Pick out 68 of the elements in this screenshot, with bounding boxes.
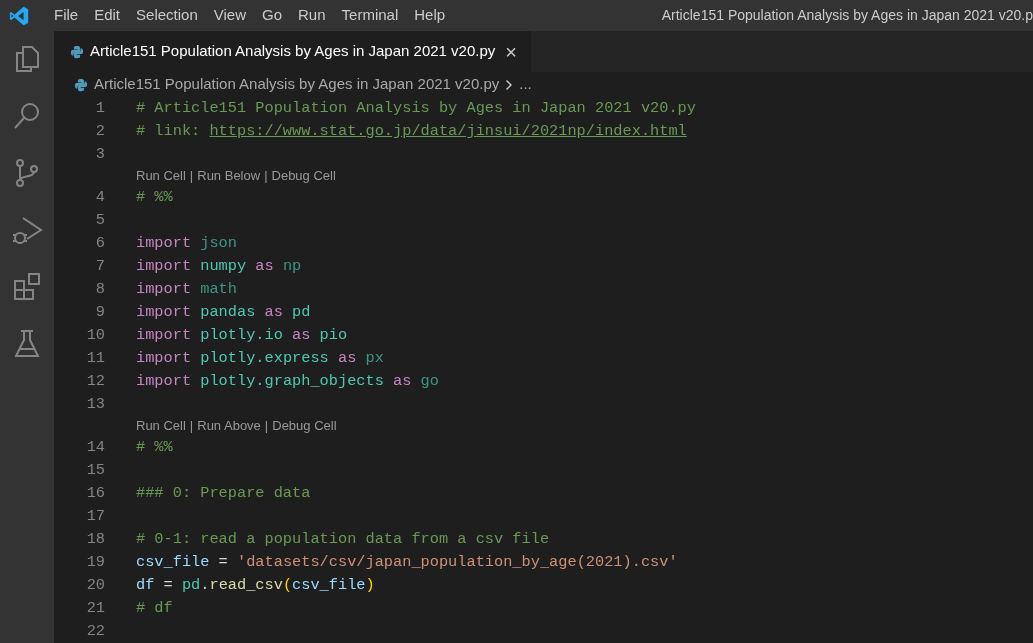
line-number: 5 [94, 210, 105, 231]
python-file-icon [70, 44, 84, 59]
line-number: 11 [85, 348, 105, 369]
menu-item[interactable]: Terminal [333, 4, 407, 27]
menu-item[interactable]: Selection [128, 4, 206, 27]
line-number: 4 [94, 187, 105, 208]
line-number: 20 [85, 575, 105, 596]
close-button[interactable]: × [501, 41, 521, 62]
line-number: 8 [94, 279, 105, 300]
menu-item[interactable]: File [46, 4, 87, 27]
code-line: df = pd.read_csv(csv_file) [136, 575, 375, 596]
codelens-link[interactable]: Debug Cell [272, 416, 337, 436]
separator: | [264, 417, 269, 435]
menu-item[interactable]: Run [290, 4, 334, 27]
chevron-icon [505, 78, 514, 91]
codelens-link[interactable]: Run Below [197, 166, 261, 186]
separator: | [189, 417, 194, 435]
code-line: import math [136, 279, 237, 300]
window-title: Article151 Population Analysis by Ages in Japan 2021 v20.p [661, 6, 1033, 25]
codelens-link[interactable]: Run Above [197, 416, 261, 436]
code-line: # %% [136, 437, 173, 458]
line-number: 17 [85, 506, 105, 527]
tab-label: Article151 Population Analysis by Ages in Japan 2021 v20.py [90, 41, 496, 62]
line-number: 12 [85, 371, 105, 392]
code-line: import plotly.express as px [136, 348, 384, 369]
line-number: 1 [94, 98, 105, 119]
line-number: 19 [85, 552, 105, 573]
breadcrumb-item[interactable]: Article151 Population Analysis by Ages in Japan 2021 v20.py [94, 73, 500, 96]
code-line: # %% [136, 187, 173, 208]
code-line: ### 0: Prepare data [136, 483, 311, 504]
menu-item[interactable]: Edit [86, 4, 129, 27]
code-line: csv_file = 'datasets/csv/japan_population_by_age(2021).csv' [136, 552, 678, 573]
code-line: import plotly.io as pio [136, 325, 348, 346]
line-number: 21 [85, 598, 105, 619]
code-line: # 0-1: read a population data from a csv file [136, 529, 550, 550]
editor-tab[interactable]: Article151 Population Analysis by Ages in Japan 2021 v20.py × [54, 31, 531, 72]
line-number: 9 [94, 302, 105, 323]
line-number: 15 [85, 460, 105, 481]
code-line: # df [136, 598, 173, 619]
separator: | [189, 167, 194, 185]
app-logo-icon[interactable] [8, 4, 30, 27]
code-line: import json [136, 233, 237, 254]
line-number: 7 [94, 256, 105, 277]
code-line: # link: https://www.stat.go.jp/data/jinsui/2021np/index.html [136, 121, 687, 142]
menu-item[interactable]: Go [254, 4, 290, 27]
line-number: 16 [85, 483, 105, 504]
code-line: import pandas as pd [136, 302, 311, 323]
codelens-link[interactable]: Run Cell [136, 166, 186, 186]
breadcrumb-item[interactable]: ... [519, 73, 532, 96]
codelens-link[interactable]: Run Cell [136, 416, 186, 436]
extensions-icon[interactable] [11, 271, 43, 303]
line-number: 6 [94, 233, 105, 254]
line-number: 13 [85, 394, 105, 415]
python-file-icon [74, 77, 88, 92]
line-number: 2 [94, 121, 105, 142]
line-number: 18 [85, 529, 105, 550]
run-debug-icon[interactable] [11, 214, 43, 246]
code-line: import numpy as np [136, 256, 302, 277]
line-number: 3 [94, 144, 105, 165]
line-number: 14 [85, 437, 105, 458]
menu-item[interactable]: Help [406, 4, 454, 27]
code-line: # Article151 Population Analysis by Ages in Japan 2021 v20.py [136, 98, 696, 119]
line-number: 22 [85, 621, 105, 642]
codelens-link[interactable]: Debug Cell [271, 166, 336, 186]
separator: | [264, 167, 268, 185]
code-line: import plotly.graph_objects as go [136, 371, 439, 392]
menu-item[interactable]: View [205, 4, 254, 27]
line-number: 10 [85, 325, 105, 346]
